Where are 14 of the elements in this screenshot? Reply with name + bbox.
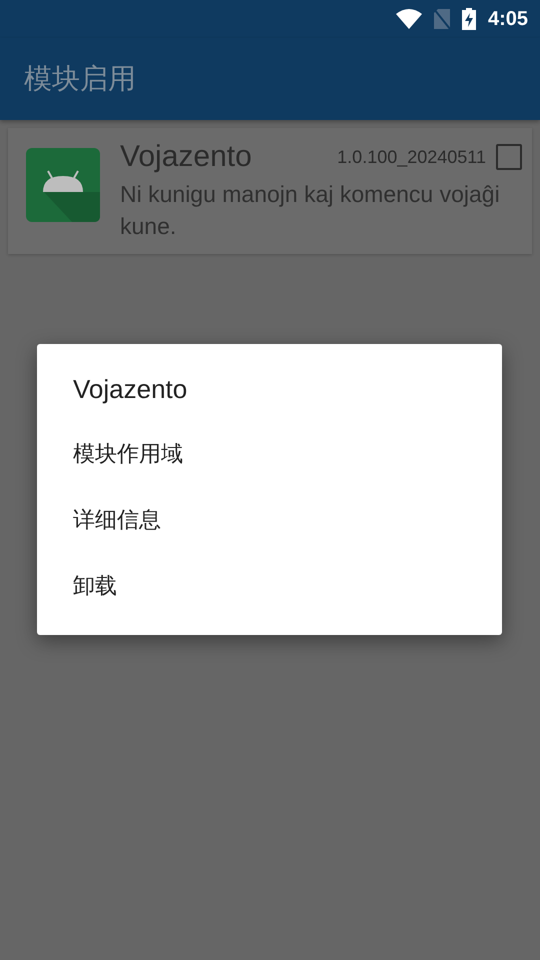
dialog-menu-item[interactable]: 详细信息 (37, 487, 502, 553)
module-version: 1.0.100_20240511 (337, 146, 486, 168)
enable-checkbox[interactable] (496, 144, 522, 170)
dialog-menu-item[interactable]: 卸载 (37, 553, 502, 619)
battery-charging-icon (462, 8, 476, 30)
dialog-menu-item[interactable]: 模块作用域 (37, 421, 502, 487)
android-app-icon (26, 148, 100, 222)
wifi-icon (396, 9, 422, 29)
no-sim-icon (434, 9, 450, 29)
module-description: Ni kunigu manojn kaj komencu vojaĝi kune. (120, 180, 501, 242)
dialog-title: Vojazento (72, 374, 188, 406)
app-bar-title: 模块启用 (24, 62, 136, 96)
status-time: 4:05 (488, 8, 528, 30)
module-name: Vojazento (120, 140, 253, 174)
